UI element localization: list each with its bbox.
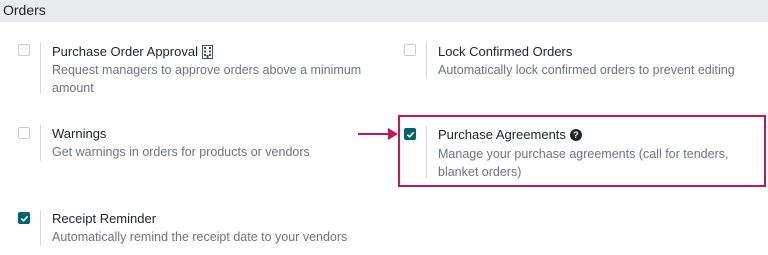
- receipt-reminder-description: Automatically remind the receipt date to…: [52, 230, 348, 244]
- check-icon: [20, 215, 28, 222]
- purchase-order-approval-title: Purchase Order Approval: [52, 44, 198, 59]
- purchase-agreements-checkbox[interactable]: [404, 128, 416, 140]
- section-header: Orders: [0, 0, 768, 22]
- warnings-description: Get warnings in orders for products or v…: [52, 145, 310, 159]
- lock-confirmed-orders-title: Lock Confirmed Orders: [438, 44, 573, 59]
- warnings-checkbox[interactable]: [18, 127, 30, 139]
- receipt-reminder-title: Receipt Reminder: [52, 211, 157, 226]
- purchase-order-approval-checkbox[interactable]: [18, 44, 30, 56]
- purchase-agreements-title: Purchase Agreements: [438, 127, 566, 142]
- setting-divider: [40, 210, 41, 246]
- lock-confirmed-orders-description: Automatically lock confirmed orders to p…: [438, 63, 735, 77]
- setting-divider: [426, 126, 427, 178]
- lock-confirmed-orders-checkbox[interactable]: [404, 44, 416, 56]
- setting-divider: [40, 42, 41, 94]
- receipt-reminder-checkbox[interactable]: [18, 212, 30, 224]
- building-icon: [201, 45, 213, 59]
- section-title: Orders: [3, 2, 46, 18]
- check-icon: [406, 131, 414, 138]
- purchase-agreements-description: Manage your purchase agreements (call fo…: [438, 147, 729, 179]
- arrow-right-icon: [358, 128, 398, 140]
- purchase-order-approval-description: Request managers to approve orders above…: [52, 63, 362, 95]
- warnings-title: Warnings: [52, 126, 107, 141]
- setting-title: Purchase Agreements ?: [438, 127, 582, 143]
- question-circle-icon[interactable]: ?: [569, 129, 582, 141]
- setting-title: Purchase Order Approval: [52, 44, 213, 60]
- setting-divider: [40, 125, 41, 161]
- setting-divider: [426, 42, 427, 78]
